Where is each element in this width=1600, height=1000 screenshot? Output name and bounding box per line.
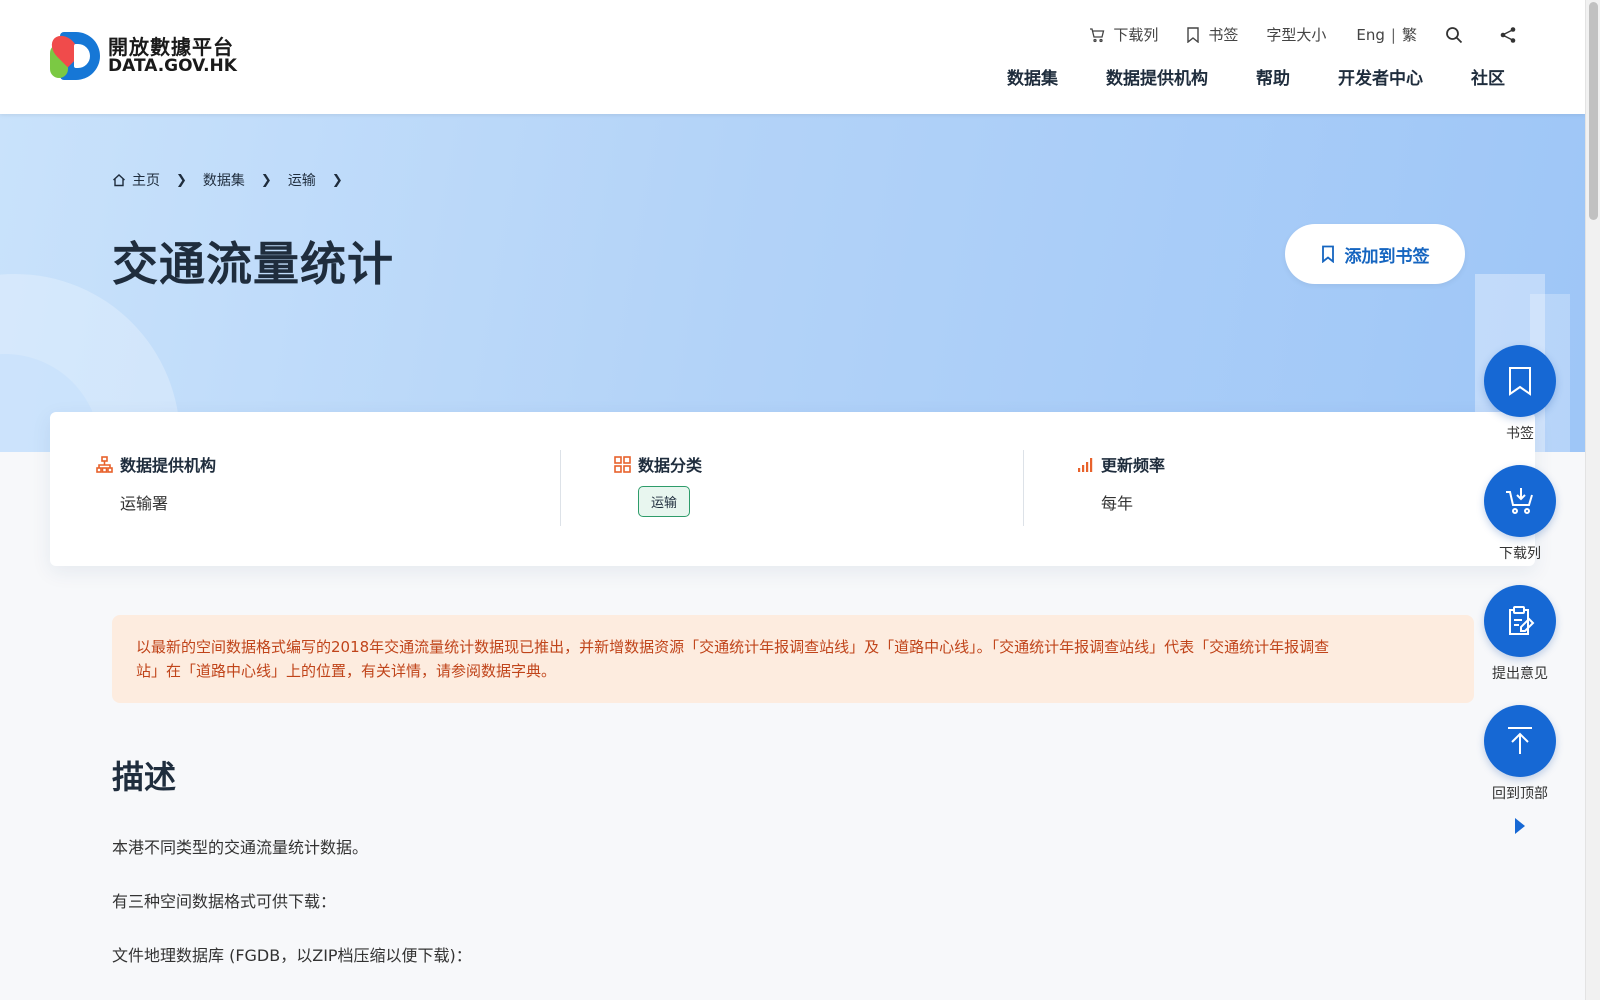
breadcrumb-transport[interactable]: 运输	[288, 170, 316, 190]
breadcrumb-home-label: 主页	[132, 173, 160, 189]
provider-value[interactable]: 运输署	[120, 490, 216, 514]
provider-heading: 数据提供机构	[120, 456, 217, 475]
font-size-link[interactable]: 字型大小	[1266, 24, 1326, 45]
category-heading: 数据分类	[638, 456, 703, 475]
search-icon	[1446, 26, 1463, 43]
float-download-list-button[interactable]: 下载列	[1484, 465, 1556, 563]
breadcrumb-datasets[interactable]: 数据集	[203, 170, 245, 190]
logo-text-cn: 開放數據平台	[108, 34, 234, 59]
description-paragraph: 有三种空间数据格式可供下载：	[112, 892, 337, 911]
font-size-label: 字型大小	[1266, 26, 1327, 44]
page-scrollbar[interactable]	[1585, 0, 1600, 1000]
org-chart-icon	[96, 455, 113, 473]
download-cart-icon	[1506, 488, 1533, 514]
main-nav: 数据集 数据提供机构 帮助 开发者中心 社区	[959, 64, 1505, 89]
provider-section: 数据提供机构 运输署	[96, 452, 216, 514]
chevron-right-icon: ❯	[331, 172, 343, 188]
category-grid-icon	[614, 455, 631, 473]
floating-actions: 书签 下载列 提出意见 回到顶部	[1484, 345, 1556, 825]
site-logo[interactable]: 開放數據平台 DATA.GOV.HK	[46, 30, 237, 82]
notice-line-2: 站」在「道路中心线」上的位置，有关详情，请参阅数据字典。	[136, 662, 557, 680]
arrow-up-icon	[1508, 727, 1532, 754]
share-button[interactable]	[1499, 26, 1525, 44]
nav-developer[interactable]: 开发者中心	[1338, 64, 1423, 89]
breadcrumb-home[interactable]: 主页	[112, 170, 160, 190]
description-heading: 描述	[112, 758, 177, 796]
bookmark-icon	[1187, 26, 1200, 43]
float-bookmark-button[interactable]: 书签	[1484, 345, 1556, 443]
language-switcher: Eng | 繁	[1356, 24, 1417, 45]
nav-providers[interactable]: 数据提供机构	[1106, 64, 1208, 89]
update-notice: 以最新的空间数据格式编写的2018年交通流量统计数据现已推出，并新增数据资源「交…	[112, 615, 1474, 703]
logo-mark-icon	[46, 30, 104, 82]
nav-datasets[interactable]: 数据集	[1007, 64, 1058, 89]
divider	[560, 450, 561, 526]
frequency-section: 更新频率 每年	[1077, 452, 1165, 514]
frequency-heading: 更新频率	[1101, 456, 1166, 475]
scrollbar-thumb[interactable]	[1589, 2, 1598, 220]
breadcrumb: 主页 ❯ 数据集 ❯ 运输 ❯	[112, 170, 359, 190]
float-download-list-label: 下载列	[1499, 546, 1541, 562]
collapse-arrow-icon[interactable]	[1515, 818, 1525, 834]
category-tag[interactable]: 运输	[638, 486, 691, 517]
back-to-top-label: 回到顶部	[1492, 786, 1548, 802]
cart-icon	[1090, 27, 1105, 42]
page-title: 交通流量统计	[112, 237, 394, 291]
share-icon	[1500, 26, 1516, 43]
notice-line-1: 以最新的空间数据格式编写的2018年交通流量统计数据现已推出，并新增数据资源「交…	[136, 638, 1330, 656]
add-bookmark-button[interactable]: 添加到书签	[1285, 224, 1465, 284]
category-section: 数据分类 运输	[614, 452, 702, 517]
bookmarks-link[interactable]: 书签	[1186, 24, 1238, 45]
float-feedback-button[interactable]: 提出意见	[1484, 585, 1556, 683]
logo-text-en: DATA.GOV.HK	[108, 55, 237, 76]
chevron-right-icon: ❯	[176, 172, 187, 188]
site-header: 開放數據平台 DATA.GOV.HK 下载列 书签 字型大小 Eng | 繁 数…	[0, 0, 1585, 114]
search-button[interactable]	[1445, 26, 1471, 44]
float-bookmark-label: 书签	[1506, 426, 1534, 442]
signal-bars-icon	[1078, 457, 1093, 472]
bookmark-icon	[1509, 367, 1531, 396]
float-feedback-label: 提出意见	[1492, 666, 1548, 682]
utility-bar: 下载列 书签 字型大小 Eng | 繁	[1061, 24, 1525, 45]
bookmarks-label: 书签	[1208, 26, 1239, 44]
bookmark-icon	[1321, 245, 1334, 263]
dataset-info-card: 数据提供机构 运输署 数据分类 运输 更新频率 每年	[50, 412, 1535, 566]
add-bookmark-label: 添加到书签	[1344, 246, 1430, 267]
back-to-top-button[interactable]: 回到顶部	[1484, 705, 1556, 803]
download-list-link[interactable]: 下载列	[1089, 24, 1158, 45]
description-paragraph: 本港不同类型的交通流量统计数据。	[112, 838, 369, 857]
lang-tc-link[interactable]: 繁	[1402, 24, 1417, 45]
nav-help[interactable]: 帮助	[1256, 64, 1290, 89]
feedback-clipboard-icon	[1509, 606, 1535, 635]
divider	[1023, 450, 1024, 526]
chevron-right-icon: ❯	[260, 172, 272, 188]
lang-en-link[interactable]: Eng	[1356, 26, 1385, 44]
frequency-value: 每年	[1101, 494, 1134, 513]
description-paragraph: 文件地理数据库 (FGDB，以ZIP档压缩以便下载)：	[112, 946, 472, 965]
hero-banner: 主页 ❯ 数据集 ❯ 运输 ❯ 交通流量统计 添加到书签	[0, 114, 1585, 452]
nav-community[interactable]: 社区	[1471, 64, 1505, 89]
download-list-label: 下载列	[1113, 26, 1159, 44]
lang-separator: |	[1390, 25, 1396, 44]
home-icon	[113, 174, 125, 187]
